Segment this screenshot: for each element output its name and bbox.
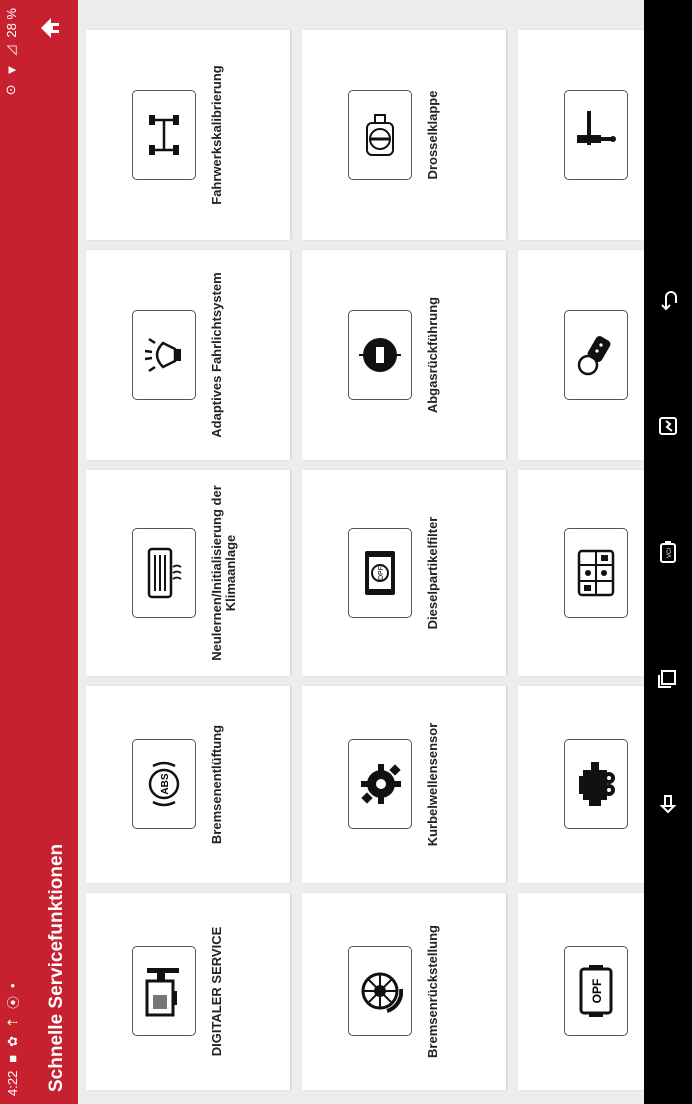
tile-brake-bleeding[interactable]: ABS Bremsenentlüftung xyxy=(86,686,290,883)
tile-label: Drosselklappe xyxy=(425,90,440,180)
message-icon: ■ xyxy=(5,1054,20,1063)
tile-label: Bremsenrückstellung xyxy=(425,925,440,1058)
air-conditioning-icon xyxy=(132,528,196,618)
recent-apps-button[interactable] xyxy=(650,660,686,696)
home-icon xyxy=(41,18,59,38)
vci-icon: VCI xyxy=(660,541,676,563)
tile-label: Dieselpartikelfilter xyxy=(425,516,440,630)
dpf-icon: DPF xyxy=(348,528,412,618)
tile-label: Kurbelwellensensor xyxy=(425,722,440,847)
throttle-icon xyxy=(348,90,412,180)
svg-text:VCI: VCI xyxy=(667,548,673,558)
tile-crankshaft-sensor[interactable]: Kurbelwellensensor xyxy=(302,686,506,883)
app-header: Schnelle Servicefunktionen xyxy=(22,0,78,1104)
page-title: Schnelle Servicefunktionen xyxy=(46,843,67,1092)
status-time: 4:22 xyxy=(5,1070,20,1096)
tile-digital-service[interactable]: DIGITALER SERVICE xyxy=(86,893,290,1090)
tile-label: Bremsenentlüftung xyxy=(209,724,224,845)
signal-icon: ◿ xyxy=(3,45,18,56)
screen: 4:22 ■ ✿ ⇡ ⦿ • ⊙ ▼ ◿ 28 % Schnelle Servi… xyxy=(0,0,692,1104)
back-icon xyxy=(661,291,677,311)
abs-icon: ABS xyxy=(132,739,196,830)
recent-apps-icon xyxy=(658,670,676,688)
navigation-bar: VCI xyxy=(644,0,692,1104)
location-icon: ⊙ xyxy=(3,84,18,96)
gallery-button[interactable] xyxy=(650,408,686,444)
chassis-icon xyxy=(132,90,196,180)
home-button[interactable] xyxy=(22,0,78,56)
tile-diesel-particulate-filter[interactable]: DPF Dieselpartikelfilter xyxy=(302,470,506,676)
status-bar: 4:22 ■ ✿ ⇡ ⦿ • ⊙ ▼ ◿ 28 % xyxy=(0,0,22,1104)
key-immobilizer-icon xyxy=(564,310,628,400)
tile-label: Neulernen/Initialisierung der Klimaanlag… xyxy=(209,485,238,661)
crankshaft-gear-icon xyxy=(348,739,412,830)
injector-icon xyxy=(564,90,628,180)
dot-icon: • xyxy=(5,983,20,988)
battery-level: 28 % xyxy=(3,8,19,38)
tile-label: Abgasrückführung xyxy=(425,296,440,414)
bluetooth-icon: ⦿ xyxy=(6,996,21,1010)
screenshot-back-button[interactable] xyxy=(650,786,686,822)
tile-exhaust-gas-recirculation[interactable]: Abgasrückführung xyxy=(302,250,506,460)
service-grid: DIGITALER SERVICE ABS Bremsenentlüftung … xyxy=(78,0,692,1104)
svg-text:ABS: ABS xyxy=(160,774,171,795)
tile-label: DIGITALER SERVICE xyxy=(209,926,224,1057)
brake-disc-icon xyxy=(348,946,412,1037)
engine-icon xyxy=(564,739,628,830)
tile-throttle[interactable]: Drosselklappe xyxy=(302,30,506,240)
digital-service-icon xyxy=(132,946,196,1037)
tile-label: Fahrwerkskalibrierung xyxy=(209,65,224,205)
settings-icon: ✿ xyxy=(4,1035,20,1047)
back-button[interactable] xyxy=(650,282,686,318)
tile-label: Adaptives Fahrlichtsystem xyxy=(209,272,224,438)
battery-cells-icon xyxy=(564,528,628,618)
egr-icon xyxy=(348,310,412,400)
screenshot-back-icon xyxy=(659,795,677,814)
upload-icon: ⇡ xyxy=(4,1017,20,1028)
gallery-icon xyxy=(659,417,677,435)
vci-button[interactable]: VCI xyxy=(650,534,686,570)
opf-icon: OPF xyxy=(564,946,628,1037)
tile-brake-reset[interactable]: Bremsenrückstellung xyxy=(302,893,506,1090)
svg-text:DPF: DPF xyxy=(378,566,385,580)
tile-chassis-calibration[interactable]: Fahrwerkskalibrierung xyxy=(86,30,290,240)
adaptive-light-icon xyxy=(132,310,196,400)
tile-ac-relearn[interactable]: Neulernen/Initialisierung der Klimaanlag… xyxy=(86,470,290,676)
wifi-icon: ▼ xyxy=(3,63,19,77)
tile-adaptive-lighting[interactable]: Adaptives Fahrlichtsystem xyxy=(86,250,290,460)
svg-text:OPF: OPF xyxy=(590,979,604,1004)
